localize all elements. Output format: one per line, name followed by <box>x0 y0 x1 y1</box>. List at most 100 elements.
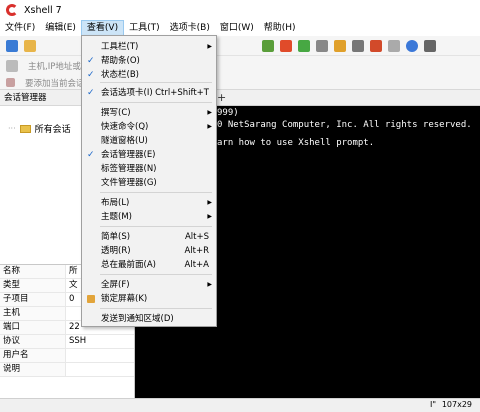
prop-key: 类型 <box>0 279 66 292</box>
menu-item-shortcut: Ctrl+Shift+T <box>155 88 209 98</box>
view-menu-item[interactable]: 发送到通知区域(D) <box>82 312 216 326</box>
menu-item-label: 简单(S) <box>101 232 131 242</box>
lock-icon <box>87 295 95 303</box>
fullscreen-icon[interactable] <box>298 39 310 52</box>
all-sessions-label: 所有会话 <box>34 125 71 135</box>
window-title: Xshell 7 <box>24 4 62 16</box>
menu-item-shortcut: Alt+A <box>184 260 209 270</box>
menu-item-label: 发送到通知区域(D) <box>101 314 174 324</box>
view-menu-item[interactable]: 布局(L) ▶ <box>82 196 216 210</box>
view-menu-dropdown: 工具栏(T) ▶ ✓ 帮助条(O) ✓ 状态栏(B) ✓ 会话选项卡(I) Ctrl+Shift… <box>81 35 217 327</box>
compose-icon <box>6 78 15 87</box>
menu-item-label: 标签管理器(N) <box>101 164 157 174</box>
menu-separator <box>100 82 212 83</box>
window-icon[interactable] <box>424 39 436 52</box>
menu-item-label: 文件管理器(G) <box>101 178 157 188</box>
menu-item-label: 隧道窗格(U) <box>101 136 148 146</box>
connect-icon[interactable] <box>262 39 274 52</box>
menu-tab[interactable]: 选项卡(B) <box>165 20 215 36</box>
check-icon: ✓ <box>87 88 95 98</box>
check-icon: ✓ <box>87 70 95 80</box>
address-icon <box>6 60 18 72</box>
compose-hint: 要添加当前会话 <box>25 78 85 89</box>
submenu-arrow-icon: ▶ <box>207 109 212 116</box>
menu-item-label: 快速命令(Q) <box>101 122 149 132</box>
view-menu-item[interactable]: ✓ 会话管理器(E) <box>82 148 216 162</box>
prop-row: 说明 <box>0 363 134 377</box>
view-menu-item[interactable]: 透明(R) Alt+R <box>82 244 216 258</box>
terminal-line: 999) <box>217 108 239 118</box>
address-bar: 主机,IP地址或会 <box>0 56 480 76</box>
menu-item-shortcut: Alt+S <box>184 232 209 242</box>
view-menu-item[interactable]: 标签管理器(N) <box>82 162 216 176</box>
view-menu-item[interactable]: 快速命令(Q) ▶ <box>82 120 216 134</box>
view-menu-item[interactable]: 锁定屏幕(K) <box>82 292 216 306</box>
view-menu-item[interactable]: 工具栏(T) ▶ <box>82 40 216 54</box>
status-bar: I" 107x29 <box>0 398 480 412</box>
menu-file[interactable]: 文件(F) <box>0 20 40 36</box>
prop-key: 协议 <box>0 335 66 348</box>
keyboard-icon[interactable] <box>352 39 364 52</box>
new-tab-button[interactable]: + <box>217 91 226 104</box>
tree-connector: ··· <box>8 124 16 133</box>
folder-icon <box>19 124 31 133</box>
options-icon[interactable] <box>388 39 400 52</box>
menu-item-label: 全屏(F) <box>101 280 130 290</box>
menu-window[interactable]: 窗口(W) <box>215 20 259 36</box>
view-menu-item[interactable]: 撰写(C) ▶ <box>82 106 216 120</box>
view-menu-item[interactable]: ✓ 帮助条(O) <box>82 54 216 68</box>
submenu-arrow-icon: ▶ <box>207 281 212 288</box>
new-session-icon[interactable] <box>6 39 18 52</box>
check-icon: ✓ <box>87 150 95 160</box>
menu-item-label: 透明(R) <box>101 246 131 256</box>
menu-help[interactable]: 帮助(H) <box>259 20 301 36</box>
menu-item-shortcut: Alt+R <box>184 246 209 256</box>
menu-item-label: 状态栏(B) <box>101 70 139 80</box>
prop-row: 用户名 <box>0 349 134 363</box>
highlight-icon[interactable] <box>370 39 382 52</box>
prop-key: 主机 <box>0 307 66 320</box>
menu-separator <box>100 274 212 275</box>
view-menu-item[interactable]: 文件管理器(G) <box>82 176 216 190</box>
menu-tools[interactable]: 工具(T) <box>124 20 165 36</box>
menu-separator <box>100 102 212 103</box>
open-folder-icon[interactable] <box>24 39 36 52</box>
prop-row: 协议 SSH <box>0 335 134 349</box>
submenu-arrow-icon: ▶ <box>207 199 212 206</box>
main-toolbar <box>0 36 480 56</box>
title-bar: Xshell 7 <box>0 0 480 20</box>
view-menu-item[interactable]: ✓ 状态栏(B) <box>82 68 216 82</box>
view-menu-item[interactable]: 总在最前面(A) Alt+A <box>82 258 216 272</box>
view-menu-item[interactable]: 全屏(F) ▶ <box>82 278 216 292</box>
xftp-icon[interactable] <box>280 39 292 52</box>
prop-value <box>66 363 134 376</box>
menu-separator <box>100 226 212 227</box>
xshell-logo-icon <box>6 4 18 16</box>
prop-key: 用户名 <box>0 349 66 362</box>
menu-item-label: 布局(L) <box>101 198 130 208</box>
prop-value <box>66 349 134 362</box>
prop-key: 名称 <box>0 265 66 278</box>
menu-item-label: 撰写(C) <box>101 108 131 118</box>
tree-item-all-sessions[interactable]: ··· 所有会话 <box>8 122 71 135</box>
menu-separator <box>100 308 212 309</box>
help-icon[interactable] <box>406 39 418 52</box>
submenu-arrow-icon: ▶ <box>207 123 212 130</box>
prop-key: 子项目 <box>0 293 66 306</box>
menu-item-label: 锁定屏幕(K) <box>101 294 148 304</box>
prop-value: SSH <box>69 336 87 346</box>
view-menu-item[interactable]: 主题(M) ▶ <box>82 210 216 224</box>
terminal-size: 107x29 <box>441 400 472 409</box>
menu-edit[interactable]: 编辑(E) <box>40 20 81 36</box>
menu-item-label: 帮助条(O) <box>101 56 140 66</box>
view-menu-item[interactable]: 简单(S) Alt+S <box>82 230 216 244</box>
prop-key: 说明 <box>0 363 66 376</box>
view-menu-item[interactable]: ✓ 会话选项卡(I) Ctrl+Shift+T <box>82 86 216 100</box>
view-menu-item[interactable]: 隧道窗格(U) <box>82 134 216 148</box>
copy-icon[interactable] <box>316 39 328 52</box>
lock-icon[interactable] <box>334 39 346 52</box>
menu-view[interactable]: 查看(V) <box>80 20 125 36</box>
cursor-icon: I" <box>429 400 436 409</box>
menu-item-label: 工具栏(T) <box>101 42 139 52</box>
menu-item-label: 主题(M) <box>101 212 132 222</box>
